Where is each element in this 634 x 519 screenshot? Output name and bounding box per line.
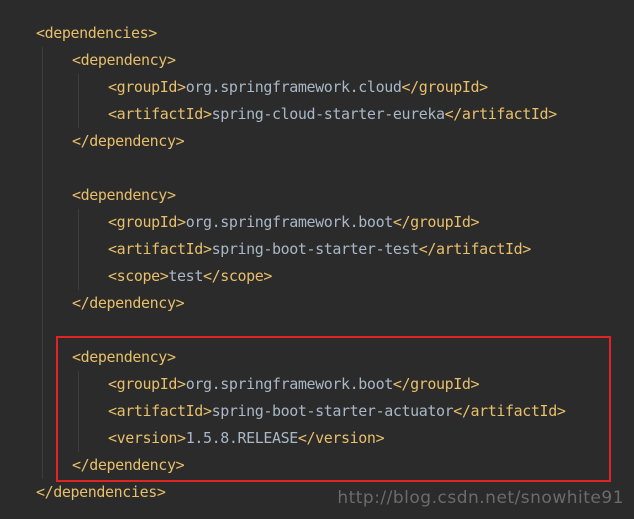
highlight-box bbox=[56, 336, 611, 482]
code-line: </dependency> bbox=[72, 128, 185, 155]
xml-tag: <scope> bbox=[108, 267, 169, 285]
code-line: </dependencies> bbox=[36, 479, 166, 506]
xml-tag: <dependency> bbox=[72, 186, 176, 204]
xml-tag: </dependencies> bbox=[36, 483, 166, 501]
code-line: <groupId>org.springframework.boot</group… bbox=[108, 209, 480, 236]
xml-tag: <dependency> bbox=[72, 51, 176, 69]
code-line: <groupId>org.springframework.cloud</grou… bbox=[108, 74, 488, 101]
code-editor[interactable]: <dependencies> <dependency> <groupId>org.s… bbox=[0, 0, 634, 519]
code-line: <dependencies> bbox=[36, 20, 157, 47]
xml-tag: </dependency> bbox=[72, 294, 185, 312]
xml-tag: <artifactId> bbox=[108, 240, 212, 258]
xml-tag: <dependencies> bbox=[36, 24, 157, 42]
xml-text: spring-cloud-starter-eureka bbox=[211, 105, 445, 123]
code-line: <dependency> bbox=[72, 182, 176, 209]
xml-tag: </groupId> bbox=[401, 78, 488, 96]
xml-tag: <artifactId> bbox=[108, 105, 212, 123]
xml-tag: <groupId> bbox=[108, 213, 186, 231]
xml-tag: </dependency> bbox=[72, 132, 185, 150]
code-line: <artifactId>spring-boot-starter-test</ar… bbox=[108, 236, 531, 263]
xml-tag: </artifactId> bbox=[418, 240, 532, 258]
xml-tag: </scope> bbox=[202, 267, 272, 285]
xml-text: spring-boot-starter-test bbox=[211, 240, 420, 258]
code-line: <scope>test</scope> bbox=[108, 263, 272, 290]
xml-text: test bbox=[168, 267, 203, 285]
code-line: <dependency> bbox=[72, 47, 176, 74]
xml-text: org.springframework.cloud bbox=[185, 78, 402, 96]
xml-text: org.springframework.boot bbox=[185, 213, 394, 231]
indent-guide-dep-2 bbox=[78, 209, 79, 290]
indent-guide-outer bbox=[42, 47, 43, 479]
code-line: <artifactId>spring-cloud-starter-eureka<… bbox=[108, 101, 557, 128]
xml-tag: </groupId> bbox=[392, 213, 480, 231]
xml-tag: <groupId> bbox=[108, 78, 186, 96]
watermark: http://blog.csdn.net/snowhite91 bbox=[337, 488, 624, 508]
code-line: </dependency> bbox=[72, 290, 185, 317]
xml-tag: </artifactId> bbox=[444, 105, 558, 123]
indent-guide-dep-1 bbox=[78, 74, 79, 128]
